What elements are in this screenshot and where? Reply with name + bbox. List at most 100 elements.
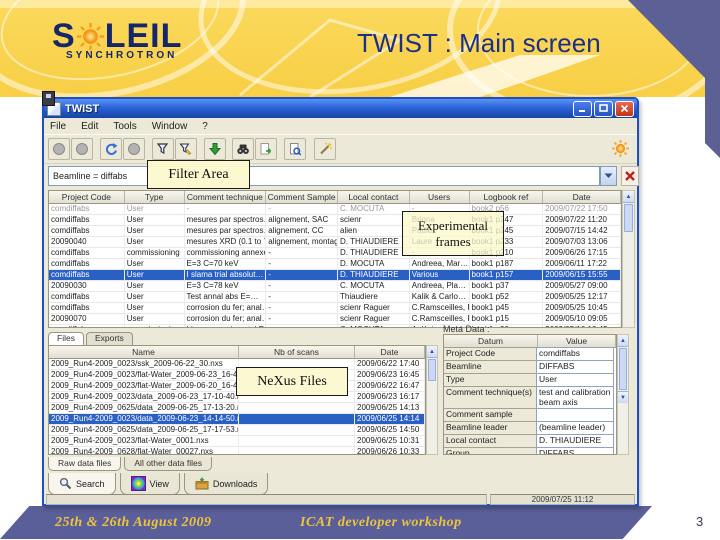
experiments-column-header[interactable]: Local contact (338, 191, 410, 204)
previous-button[interactable] (48, 138, 70, 160)
nexus-scrollbar[interactable]: ▲ (426, 345, 438, 455)
report-button[interactable] (284, 138, 306, 160)
experiment-row[interactable]: comdiffabs User mesures par spectros… align… (49, 215, 621, 226)
experiments-column-header[interactable]: Comment technique (184, 191, 267, 204)
experiment-row[interactable]: 20090040Usermesures XRD (0.1 to 7…aligne… (49, 237, 621, 248)
metadata-row[interactable]: Comment technique(s) test and calibration… (444, 386, 616, 409)
cell: comdiffabs (49, 248, 125, 258)
menu-file[interactable]: File (50, 121, 66, 132)
experiment-row[interactable]: comdiffabs User corrosion du fer; anal… - sc… (49, 303, 621, 314)
filter-edit-icon (179, 143, 192, 155)
scroll-up-icon[interactable]: ▲ (427, 346, 437, 358)
filter-input[interactable]: Beamline = diffabs (48, 166, 600, 186)
tab-files[interactable]: Files (48, 332, 84, 345)
stop-button[interactable] (123, 138, 145, 160)
nexus-column-header[interactable]: Date (355, 346, 425, 359)
cell: 20090070 (49, 314, 125, 324)
cell: commissioning (125, 325, 185, 327)
experiments-column-header[interactable]: Logbook ref (469, 191, 544, 204)
experiments-scrollbar[interactable]: ▲ (622, 190, 635, 328)
cell: commissioning (125, 248, 185, 258)
nexus-file-row[interactable]: 2009_Run4-2009_0625/data_2009-06-25_17-1… (49, 425, 425, 436)
download-button[interactable] (204, 138, 226, 160)
cell: Local contact (444, 434, 537, 448)
cell: comdiffabs (49, 292, 125, 302)
wand-button[interactable] (314, 138, 336, 160)
callout-nexus-text: NeXus Files (257, 373, 327, 389)
toolbar (44, 135, 637, 164)
cell: comdiffabs (536, 347, 614, 361)
export-button[interactable] (255, 138, 277, 160)
filter-clear-button[interactable] (621, 166, 639, 186)
window-titlebar[interactable]: TWIST (44, 99, 637, 118)
experiment-row[interactable]: 20090030 User E=3 C=78 keV - C. MOCUTA Andree… (49, 281, 621, 292)
cell: I slama trial absolut… (185, 270, 267, 280)
tab-downloads[interactable]: Downloads (183, 473, 269, 495)
tab-all-other-data-files[interactable]: All other data files (124, 457, 212, 471)
cell: - (266, 292, 338, 302)
experiment-row[interactable]: comdiffabs User I slama trial absolut… - D. … (49, 270, 621, 281)
cell: User (125, 281, 185, 291)
experiments-column-header[interactable]: Date (543, 191, 621, 204)
cell: test and calibration beam axis (536, 386, 614, 409)
find-button[interactable] (232, 138, 254, 160)
filter-button[interactable] (152, 138, 174, 160)
tab-exports[interactable]: Exports (85, 332, 133, 345)
search-icon (59, 477, 72, 490)
export-document-icon (260, 143, 272, 155)
experiment-row[interactable]: comdiffabscommissioningLinam experimenta… (49, 325, 621, 327)
cell (536, 408, 614, 422)
cell: corrosion du fer; anal… (186, 314, 267, 324)
nexus-file-row[interactable]: 2009_Run4-2009_0023/flat-Water_0001.nxs 2… (49, 436, 425, 447)
experiment-row[interactable]: comdiffabs User E=3 C=70 keV - D. MOCUTA Andr… (49, 259, 621, 270)
menu-tools[interactable]: Tools (113, 121, 136, 132)
tab-view[interactable]: View (119, 473, 180, 495)
background-window-icon (42, 91, 55, 106)
scroll-thumb[interactable] (624, 204, 633, 232)
logo-text-leil: LEIL (104, 17, 183, 55)
experiment-row[interactable]: comdiffabs User - - C. MOCUTA - book2 p56 2009/… (49, 204, 621, 215)
metadata-scrollbar[interactable]: ▲ ▼ (617, 334, 629, 455)
next-button[interactable] (71, 138, 93, 160)
tab-raw-data-files[interactable]: Raw data files (48, 457, 122, 471)
nexus-file-row[interactable]: 2009_Run4-2009_0625/data_2009-06-25_17-1… (49, 403, 425, 414)
menu-window[interactable]: Window (152, 121, 188, 132)
scroll-thumb[interactable] (619, 348, 627, 390)
experiments-table-header: Project Code Type Comment technique Comment… (49, 191, 621, 204)
slide: S LEIL SYNCHROTRON TWIST : Main screen T… (0, 0, 720, 540)
tab-search[interactable]: Search (48, 473, 116, 495)
nexus-column-header[interactable]: Name (49, 346, 239, 359)
maximize-button[interactable] (594, 100, 613, 117)
experiment-row[interactable]: comdiffabs commissioning commissioning ann… (49, 248, 621, 259)
menu-help[interactable]: ? (202, 121, 208, 132)
minimize-button[interactable] (573, 100, 592, 117)
nexus-file-row[interactable]: 2009_Run4-2009_0023/data_2009-06-23_14-1… (49, 414, 425, 425)
scroll-up-icon[interactable]: ▲ (618, 335, 628, 347)
package-icon (195, 477, 209, 490)
experiment-row[interactable]: comdiffabs User mesures par spectros… align… (49, 226, 621, 237)
cell: 2009/07/03 13:06 (543, 237, 621, 247)
scroll-up-icon[interactable]: ▲ (623, 191, 634, 203)
scroll-down-icon[interactable]: ▼ (618, 391, 628, 403)
experiments-column-header[interactable]: Project Code (49, 191, 125, 204)
experiments-column-header[interactable]: Type (124, 191, 185, 204)
nexus-file-row[interactable]: 2009_Run4-2009_0628/flat-Water_00027.nxs… (49, 447, 425, 454)
experiments-column-header[interactable]: Comment Sample (266, 191, 338, 204)
filter-edit-button[interactable] (175, 138, 197, 160)
refresh-button[interactable] (100, 138, 122, 160)
menu-edit[interactable]: Edit (81, 121, 98, 132)
stop-circle-icon (128, 143, 140, 155)
close-button[interactable] (615, 100, 634, 117)
experiment-row[interactable]: comdiffabs User Test annal abs E=… - Thiaudi… (49, 292, 621, 303)
window-title: TWIST (65, 102, 100, 115)
cell: book1 p187 (470, 259, 544, 269)
filter-dropdown-button[interactable] (600, 166, 617, 186)
data-files-tab-strip: Raw data files All other data files (48, 457, 212, 471)
cell: - (266, 204, 338, 214)
nexus-column-header[interactable]: Nb of scans (239, 346, 355, 359)
wand-icon (320, 142, 332, 155)
experiments-column-header[interactable]: Users (409, 191, 470, 204)
metadata-row[interactable]: Group DIFFABS (444, 447, 616, 454)
experiment-row[interactable]: 20090070 User corrosion du fer; anal… - scie… (49, 314, 621, 325)
scroll-thumb[interactable] (428, 359, 436, 381)
